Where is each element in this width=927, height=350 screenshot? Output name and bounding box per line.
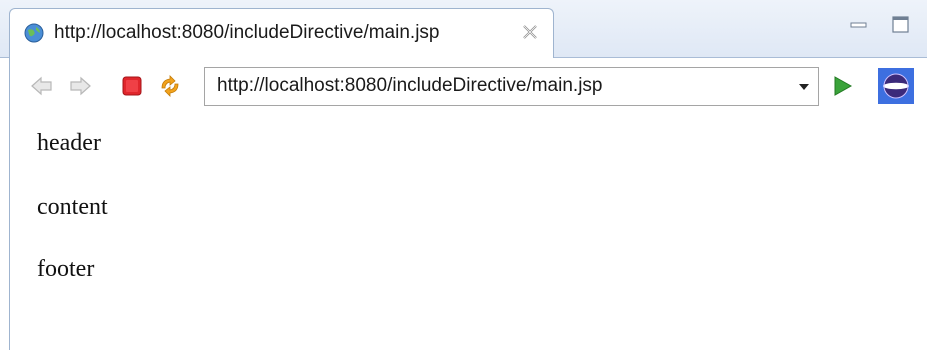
tab-title: http://localhost:8080/includeDirective/m… — [54, 22, 440, 43]
page-content-text: content — [37, 194, 108, 220]
address-bar[interactable] — [204, 67, 819, 106]
forward-arrow-icon[interactable] — [66, 72, 94, 100]
browser-tab[interactable]: http://localhost:8080/includeDirective/m… — [9, 8, 554, 59]
chevron-down-icon[interactable] — [798, 82, 810, 92]
navigation-toolbar — [9, 58, 927, 118]
globe-icon — [24, 23, 44, 43]
stop-icon[interactable] — [118, 72, 146, 100]
close-icon[interactable] — [520, 22, 540, 42]
tab-strip: http://localhost:8080/includeDirective/m… — [0, 0, 927, 59]
maximize-icon[interactable] — [890, 14, 912, 36]
back-arrow-icon[interactable] — [28, 72, 56, 100]
minimize-icon[interactable] — [848, 16, 870, 34]
page-content: header content footer — [9, 118, 927, 350]
go-arrow-icon[interactable] — [828, 72, 856, 100]
eclipse-icon[interactable] — [878, 68, 914, 104]
refresh-icon[interactable] — [156, 72, 184, 100]
url-input[interactable] — [217, 75, 777, 97]
page-header-text: header — [37, 130, 101, 156]
page-footer-text: footer — [37, 256, 95, 282]
